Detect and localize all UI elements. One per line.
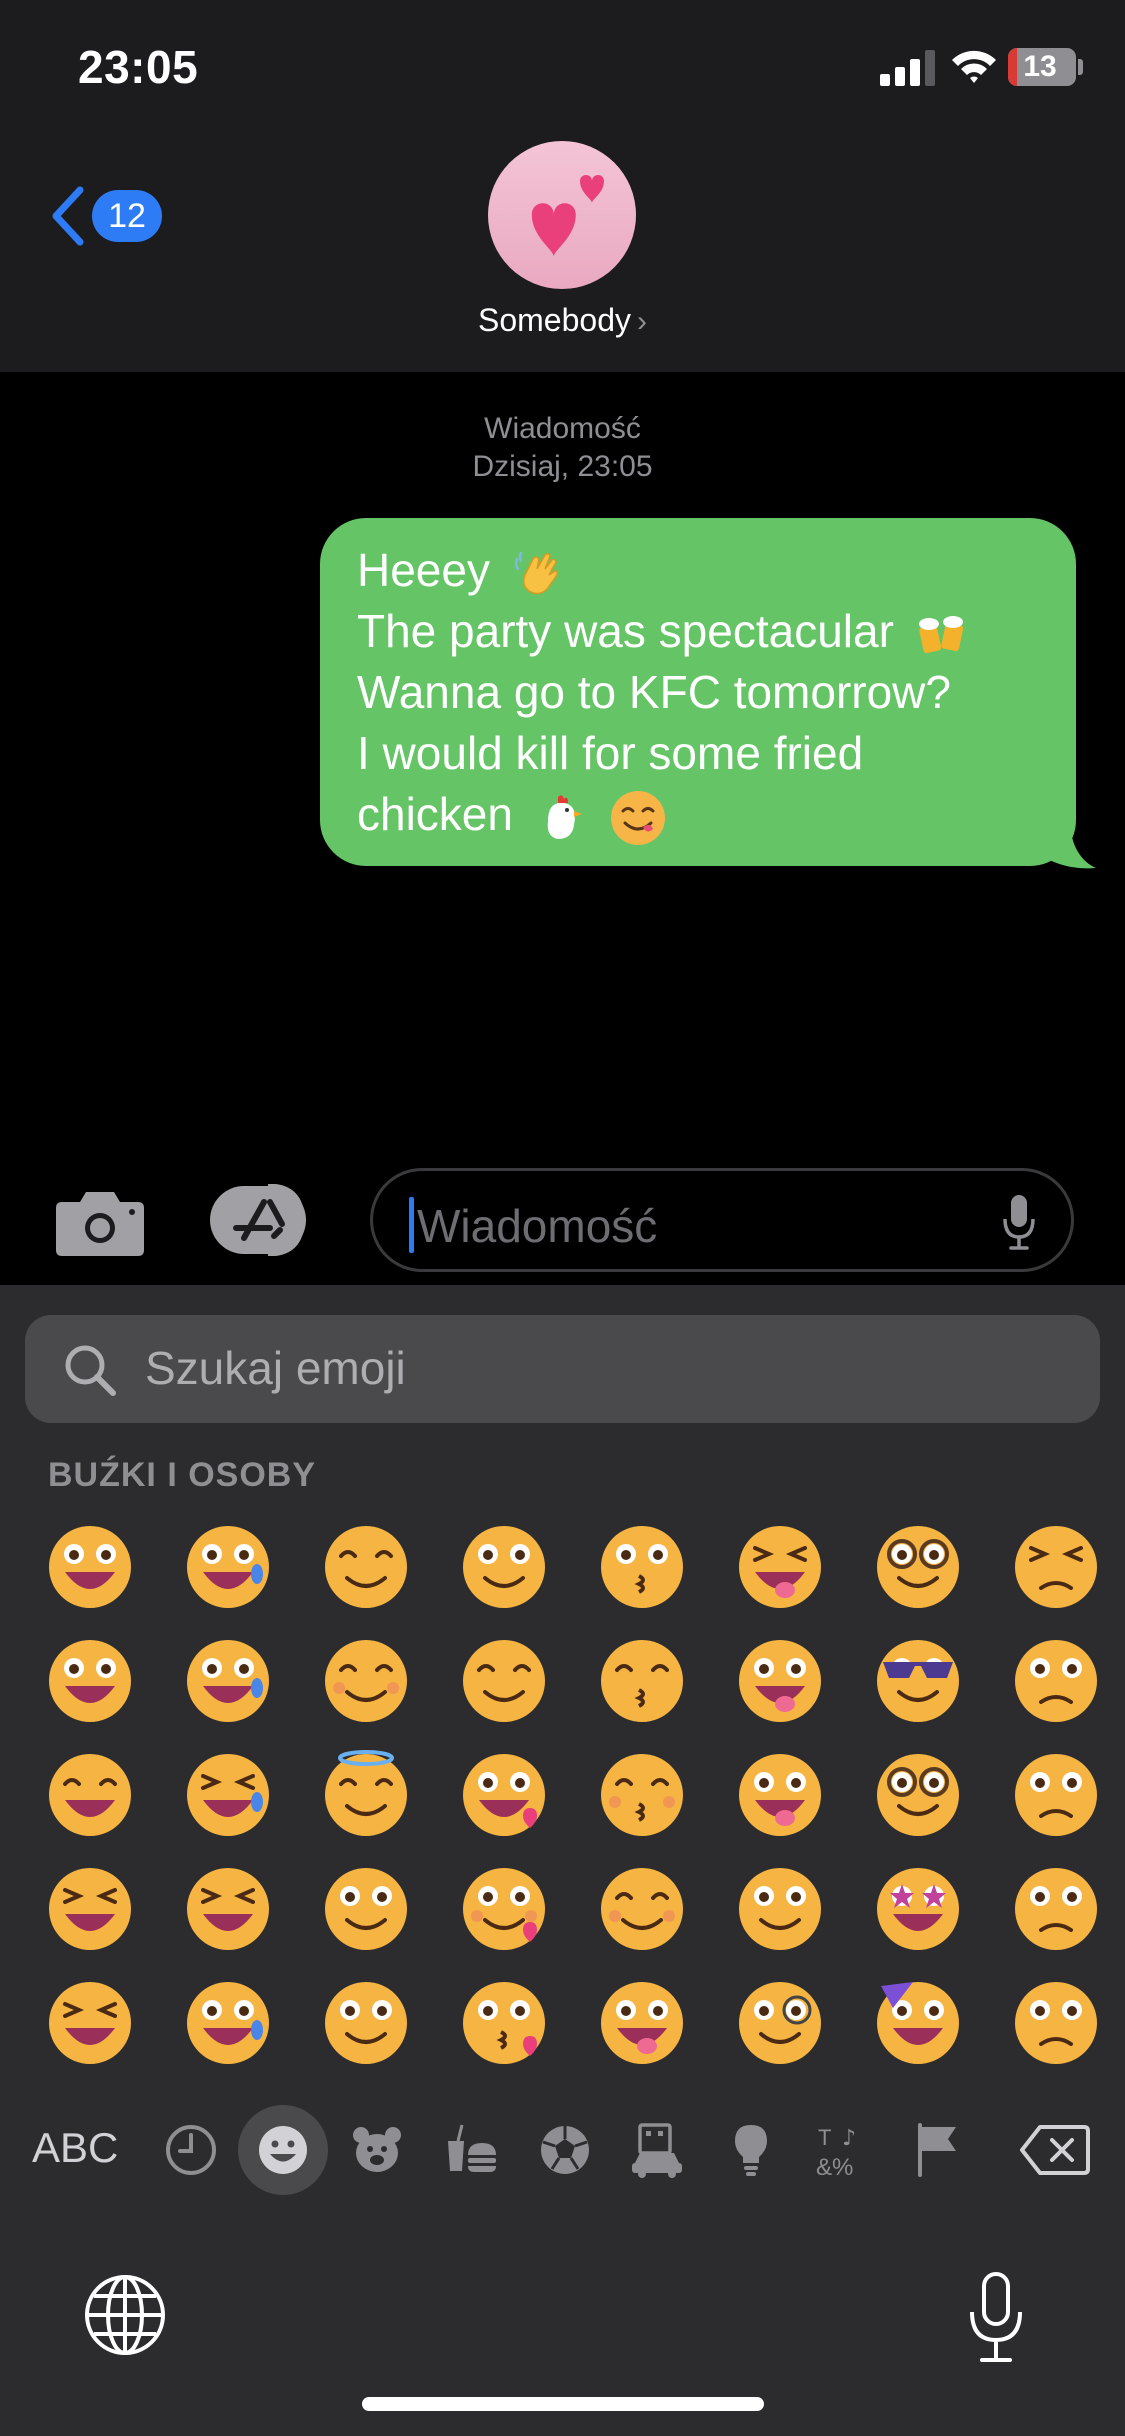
face-blowing-kiss-emoji-icon[interactable] (459, 1978, 549, 2068)
message-line-3: Wanna go to KFC tomorrow? (357, 666, 951, 718)
message-line-1: Heeey (357, 540, 1057, 601)
grinning-face-sweat-emoji-icon[interactable] (183, 1636, 273, 1726)
pensive-face-emoji-icon[interactable] (1011, 1864, 1101, 1954)
text-caret (409, 1197, 414, 1253)
grinning-squinting-face-emoji-icon[interactable] (45, 1864, 135, 1954)
emoji-search-field[interactable]: Szukaj emoji (25, 1315, 1100, 1423)
home-indicator[interactable] (362, 2397, 764, 2411)
food-icon[interactable] (440, 2119, 502, 2181)
chevron-left-icon (52, 186, 84, 246)
relieved-face-emoji-icon[interactable] (459, 1636, 549, 1726)
slightly-smiling-face-emoji-icon[interactable] (321, 1864, 411, 1954)
message-line-4: I would kill for some fried (357, 727, 864, 779)
waving-hand-icon (514, 551, 558, 595)
svg-text:T: T (818, 2125, 831, 2150)
delete-key[interactable] (1020, 2124, 1090, 2176)
emoji-section-title: BUŹKI I OSOBY (48, 1456, 317, 1494)
smiling-face-tear-emoji-icon[interactable] (183, 1978, 273, 2068)
animals-icon[interactable] (346, 2119, 408, 2181)
svg-text:&%: &% (816, 2154, 853, 2181)
disguised-face-emoji-icon[interactable] (873, 1750, 963, 1840)
nerd-face-emoji-icon[interactable] (873, 1522, 963, 1612)
flags-icon[interactable] (908, 2119, 970, 2181)
smileys-icon[interactable] (252, 2119, 314, 2181)
zany-face-emoji-icon[interactable] (735, 1750, 825, 1840)
grinning-face-big-eyes-emoji-icon[interactable] (45, 1522, 135, 1612)
yum-face-icon (610, 790, 665, 845)
winking-face-emoji-icon[interactable] (459, 1522, 549, 1612)
heart-eyes-face-emoji-icon[interactable] (459, 1750, 549, 1840)
kissing-face-emoji-icon[interactable] (597, 1522, 687, 1612)
signal-icon (880, 50, 935, 86)
abc-key[interactable]: ABC (32, 2124, 118, 2172)
message-service-label: Wiadomość (484, 412, 641, 445)
svg-text:♪: ♪ (842, 2126, 856, 2151)
camera-button[interactable] (54, 1188, 146, 1256)
battery-nub (1078, 59, 1083, 75)
message-input[interactable]: Wiadomość (370, 1168, 1074, 1272)
contact-name: Somebody (478, 302, 631, 338)
face-tears-of-joy-emoji-icon[interactable] (183, 1750, 273, 1840)
upside-down-face-emoji-icon[interactable] (321, 1978, 411, 2068)
back-button[interactable]: 12 (48, 180, 168, 252)
status-time: 23:05 (78, 41, 199, 93)
two-hearts-icon (531, 175, 604, 257)
message-line-2: The party was spectacular (357, 601, 1057, 662)
wifi-icon (952, 50, 996, 83)
message-timestamp: Wiadomość Dzisiaj, 23:05 (0, 410, 1125, 486)
disappointed-face-emoji-icon[interactable] (1011, 1750, 1101, 1840)
activity-icon[interactable] (534, 2119, 596, 2181)
chevron-right-icon: › (636, 305, 647, 338)
app-store-button[interactable] (208, 1184, 320, 1256)
message-input-placeholder: Wiadomość (417, 1200, 658, 1252)
symbols-icon[interactable]: T ♪ &% (812, 2119, 874, 2181)
recent-clock-icon[interactable] (160, 2119, 222, 2181)
face-raised-eyebrow-emoji-icon[interactable] (735, 1864, 825, 1954)
face-rolling-eyes-emoji-icon[interactable] (1011, 1522, 1101, 1612)
face-tongue-emoji-icon[interactable] (597, 1978, 687, 2068)
kissing-face-closed-eyes-emoji-icon[interactable] (597, 1750, 687, 1840)
beaming-face-emoji-icon[interactable] (45, 1750, 135, 1840)
message-time: Dzisiaj, 23:05 (472, 450, 653, 483)
globe-icon[interactable] (82, 2272, 168, 2358)
smiling-face-sunglasses-emoji-icon[interactable] (873, 1636, 963, 1726)
kissing-face-smiling-eyes-emoji-icon[interactable] (597, 1636, 687, 1726)
face-monocle-emoji-icon[interactable] (735, 1978, 825, 2068)
search-icon (65, 1345, 116, 1396)
chicken-icon (547, 795, 582, 839)
travel-icon[interactable] (626, 2119, 688, 2181)
worried-face-emoji-icon[interactable] (1011, 1978, 1101, 2068)
partying-face-emoji-icon[interactable] (873, 1978, 963, 2068)
face-savoring-food-emoji-icon[interactable] (597, 1864, 687, 1954)
face-holding-back-tears-emoji-icon[interactable] (183, 1522, 273, 1612)
battery-percentage: 13 (1023, 50, 1057, 83)
smiling-face-halo-emoji-icon[interactable] (321, 1750, 411, 1840)
smiling-face-smiling-eyes-emoji-icon[interactable] (321, 1522, 411, 1612)
keyboard-mic-icon[interactable] (966, 2270, 1026, 2366)
unamused-face-emoji-icon[interactable] (1011, 1636, 1101, 1726)
contact-avatar[interactable] (488, 141, 636, 289)
message-text: Heeey The party was spectacular Wanna go… (357, 540, 1057, 847)
rolling-on-floor-laughing-emoji-icon[interactable] (183, 1864, 273, 1954)
message-line-5: chicken (357, 784, 1057, 847)
grinning-squinting-big-mouth-emoji-icon[interactable] (45, 1978, 135, 2068)
battery-icon: 13 (1008, 48, 1076, 86)
smiling-face-blush-emoji-icon[interactable] (321, 1636, 411, 1726)
objects-icon[interactable] (720, 2119, 782, 2181)
grinning-face-emoji-icon[interactable] (45, 1636, 135, 1726)
smiling-face-hearts-emoji-icon[interactable] (459, 1864, 549, 1954)
contact-name-button[interactable]: Somebody › (0, 302, 1125, 339)
squinting-face-tongue-emoji-icon[interactable] (735, 1522, 825, 1612)
star-struck-face-emoji-icon[interactable] (873, 1864, 963, 1954)
dictation-mic-icon[interactable] (1001, 1193, 1037, 1251)
beer-mugs-icon (918, 615, 963, 653)
emoji-search-placeholder: Szukaj emoji (145, 1342, 406, 1394)
winking-face-tongue-emoji-icon[interactable] (735, 1636, 825, 1726)
unread-count-badge: 12 (92, 190, 162, 242)
